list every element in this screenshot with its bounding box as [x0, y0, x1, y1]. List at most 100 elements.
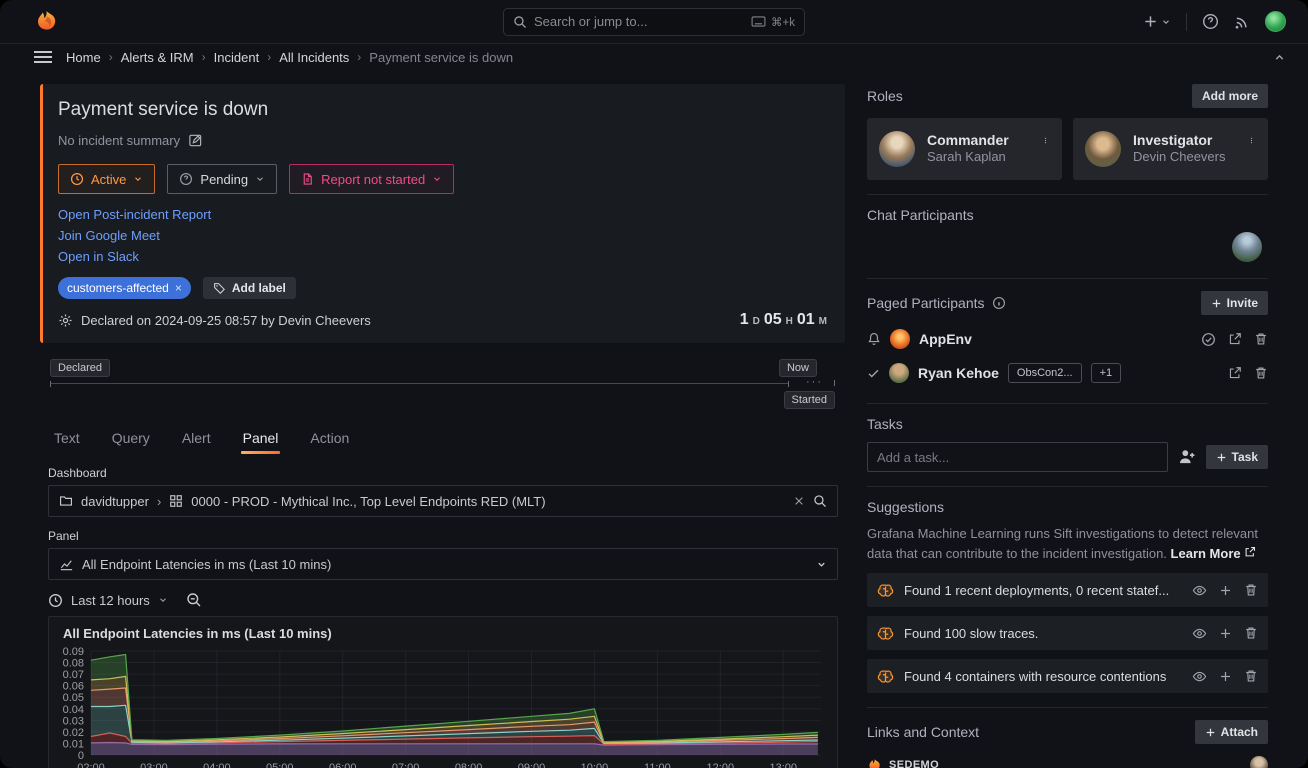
trash-icon[interactable]: [1244, 583, 1258, 597]
timeline-track: [50, 383, 789, 384]
document-icon: [301, 172, 314, 186]
preview-eye-icon[interactable]: [1192, 669, 1207, 684]
paged-participants-title: Paged Participants: [867, 295, 985, 311]
tab-action[interactable]: Action: [308, 425, 351, 454]
declared-text: Declared on 2024-09-25 08:57 by Devin Ch…: [81, 313, 371, 328]
add-task-button[interactable]: Task: [1206, 445, 1268, 469]
add-task-input[interactable]: [867, 442, 1168, 472]
add-more-roles-button[interactable]: Add more: [1192, 84, 1268, 108]
info-icon: [992, 296, 1006, 310]
breadcrumb-incident[interactable]: Incident: [214, 50, 260, 65]
grafana-logo-icon[interactable]: [34, 9, 59, 34]
svg-text:05:00: 05:00: [266, 762, 294, 768]
preview-eye-icon[interactable]: [1192, 626, 1207, 641]
svg-text:03:00: 03:00: [140, 762, 168, 768]
add-icon[interactable]: [1219, 670, 1232, 683]
clock-icon: [70, 172, 84, 186]
news-rss-icon[interactable]: [1234, 14, 1250, 30]
svg-text:08:00: 08:00: [455, 762, 483, 768]
svg-text:10:00: 10:00: [581, 762, 609, 768]
suggestion-row-containers[interactable]: Found 4 containers with resource content…: [867, 659, 1268, 693]
trash-icon[interactable]: [1254, 366, 1268, 380]
svg-text:0.06: 0.06: [63, 681, 84, 693]
acknowledge-icon[interactable]: [1201, 332, 1216, 347]
suggestion-row-slow-traces[interactable]: Found 100 slow traces.: [867, 616, 1268, 650]
latency-chart-svg[interactable]: 00.010.020.030.040.050.060.070.080.0902:…: [49, 643, 835, 768]
kebab-menu-icon[interactable]: [1245, 134, 1258, 147]
suggestion-row-deployments[interactable]: Found 1 recent deployments, 0 recent sta…: [867, 573, 1268, 607]
open-postincident-report-link[interactable]: Open Post-incident Report: [58, 204, 211, 225]
preview-eye-icon[interactable]: [1192, 583, 1207, 598]
panel-select[interactable]: All Endpoint Latencies in ms (Last 10 mi…: [48, 548, 838, 580]
new-menu-button[interactable]: [1143, 14, 1171, 29]
join-google-meet-link[interactable]: Join Google Meet: [58, 225, 160, 246]
tab-query[interactable]: Query: [110, 425, 152, 454]
severity-dropdown-button[interactable]: Active: [58, 164, 155, 194]
external-link-icon[interactable]: [1228, 332, 1242, 346]
open-in-slack-link[interactable]: Open in Slack: [58, 246, 139, 267]
external-link-icon[interactable]: [1228, 366, 1242, 380]
trash-icon[interactable]: [1244, 626, 1258, 640]
tab-text[interactable]: Text: [52, 425, 82, 454]
chevron-down-icon: [432, 174, 442, 184]
clear-icon[interactable]: [793, 495, 805, 507]
role-card-investigator[interactable]: Investigator Devin Cheevers: [1073, 118, 1268, 180]
tab-panel[interactable]: Panel: [241, 425, 281, 454]
incident-label-chip[interactable]: customers-affected ×: [58, 277, 191, 299]
user-avatar[interactable]: [1265, 11, 1286, 32]
report-status-dropdown-button[interactable]: Report not started: [289, 164, 454, 194]
incident-status-row: Active Pending Report not started: [58, 164, 827, 194]
edit-summary-icon[interactable]: [188, 133, 203, 148]
gear-icon[interactable]: [58, 313, 73, 328]
trash-icon[interactable]: [1244, 669, 1258, 683]
menu-toggle-icon[interactable]: [34, 51, 52, 63]
grafana-logo-icon: [867, 758, 882, 768]
help-circle-icon: [179, 172, 193, 186]
breadcrumb-all-incidents[interactable]: All Incidents: [279, 50, 349, 65]
search-shortcut: ⌘+k: [751, 15, 795, 29]
chevron-down-icon: [1161, 17, 1171, 27]
dashboard-picker[interactable]: davidtupper › 0000 - PROD - Mythical Inc…: [48, 485, 838, 517]
incident-title: Payment service is down: [58, 98, 827, 122]
attach-button[interactable]: Attach: [1195, 720, 1268, 744]
svg-text:04:00: 04:00: [203, 762, 231, 768]
trash-icon[interactable]: [1254, 332, 1268, 346]
incident-timeline[interactable]: Declared Now ··· Started: [50, 359, 835, 411]
time-range-picker[interactable]: Last 12 hours: [48, 593, 168, 608]
zoom-out-icon[interactable]: [186, 592, 202, 608]
link-item-label: SEDEMO: [889, 759, 939, 768]
plus-icon: [1143, 14, 1158, 29]
remove-label-icon[interactable]: ×: [175, 281, 182, 295]
add-icon[interactable]: [1219, 627, 1232, 640]
svg-text:12:00: 12:00: [707, 762, 735, 768]
link-author-avatar: [1250, 756, 1268, 768]
breadcrumb-alerts-irm[interactable]: Alerts & IRM: [121, 50, 194, 65]
paged-row-ryan: Ryan Kehoe ObsCon2... +1: [867, 357, 1268, 389]
kebab-menu-icon[interactable]: [1039, 134, 1052, 147]
schedule-chip[interactable]: ObsCon2...: [1008, 363, 1082, 383]
breadcrumb-separator: ›: [357, 50, 361, 64]
dashboard-field-label: Dashboard: [40, 466, 845, 480]
search-input[interactable]: [534, 14, 744, 29]
suggestions-title: Suggestions: [867, 499, 944, 515]
role-card-commander[interactable]: Commander Sarah Kaplan: [867, 118, 1062, 180]
add-label-button[interactable]: Add label: [203, 277, 296, 299]
add-icon[interactable]: [1219, 584, 1232, 597]
chat-participant-avatar[interactable]: [1232, 232, 1262, 262]
breadcrumb-separator: ›: [202, 50, 206, 64]
collapse-section-icon[interactable]: [1273, 51, 1286, 64]
learn-more-link[interactable]: Learn More: [1171, 546, 1241, 561]
breadcrumb-home[interactable]: Home: [66, 50, 101, 65]
tab-alert[interactable]: Alert: [180, 425, 213, 454]
timeline-end-tick: [834, 380, 835, 386]
link-item-sedemo[interactable]: SEDEMO: [867, 756, 1268, 768]
paged-row-appenv: AppEnv: [867, 323, 1268, 355]
assign-user-icon[interactable]: [1178, 448, 1196, 466]
search-icon[interactable]: [813, 494, 827, 508]
invite-button[interactable]: Invite: [1201, 291, 1268, 315]
status-dropdown-button[interactable]: Pending: [167, 164, 277, 194]
top-nav-bar: ⌘+k: [0, 0, 1308, 44]
more-chip[interactable]: +1: [1091, 363, 1122, 383]
help-icon[interactable]: [1202, 13, 1219, 30]
suggestion-text: Found 100 slow traces.: [904, 626, 1182, 641]
